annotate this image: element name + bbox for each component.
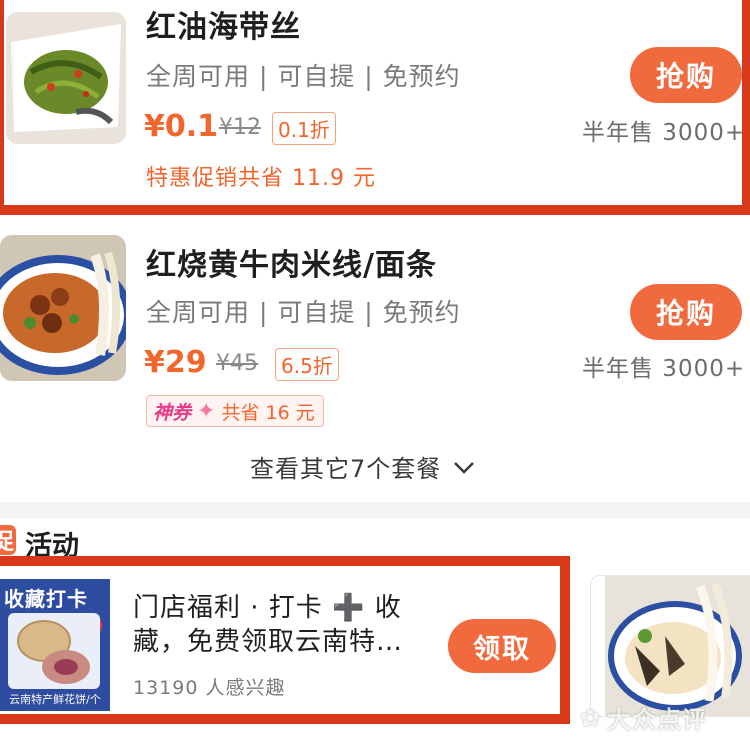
sparkle-icon: ✦ [197, 398, 216, 424]
more-packages-label: 查看其它7个套餐 [250, 455, 442, 483]
highlight-frame [0, 556, 570, 724]
buy-button[interactable]: 抢购 [630, 284, 742, 340]
coupon-savings: 共省 16 元 [221, 401, 315, 424]
watermark-logo: ✿ 大众点评 [580, 700, 707, 735]
deal-sold-count: 半年售 3000+ [582, 356, 746, 382]
deal-discount-badge: 6.5折 [275, 348, 339, 381]
deal-card-2[interactable]: 红烧黄牛肉米线/面条 全周可用 | 可自提 | 免预约 ¥29 ¥45 6.5折… [0, 225, 750, 435]
activity-card-next[interactable] [590, 575, 750, 717]
coupon-tag: 神券 ✦ 共省 16 元 [146, 395, 324, 427]
highlight-frame [0, 0, 750, 215]
chevron-down-icon [453, 453, 475, 481]
coupon-brand: 神券 [153, 401, 192, 424]
noodle-soup-image [605, 576, 750, 716]
promo-badge: 促 [0, 525, 16, 555]
watermark-icon: ✿ [580, 703, 602, 732]
watermark-text: 大众点评 [607, 706, 708, 734]
deal-meta: 全周可用 | 可自提 | 免预约 [146, 298, 461, 327]
more-packages-link[interactable]: 查看其它7个套餐 [250, 449, 475, 484]
deal-title: 红烧黄牛肉米线/面条 [146, 248, 437, 283]
deal-original-price: ¥45 [216, 351, 258, 376]
deal-image-beef-noodle [0, 235, 126, 381]
deal-price: ¥29 [144, 345, 207, 380]
section-divider [0, 502, 750, 518]
